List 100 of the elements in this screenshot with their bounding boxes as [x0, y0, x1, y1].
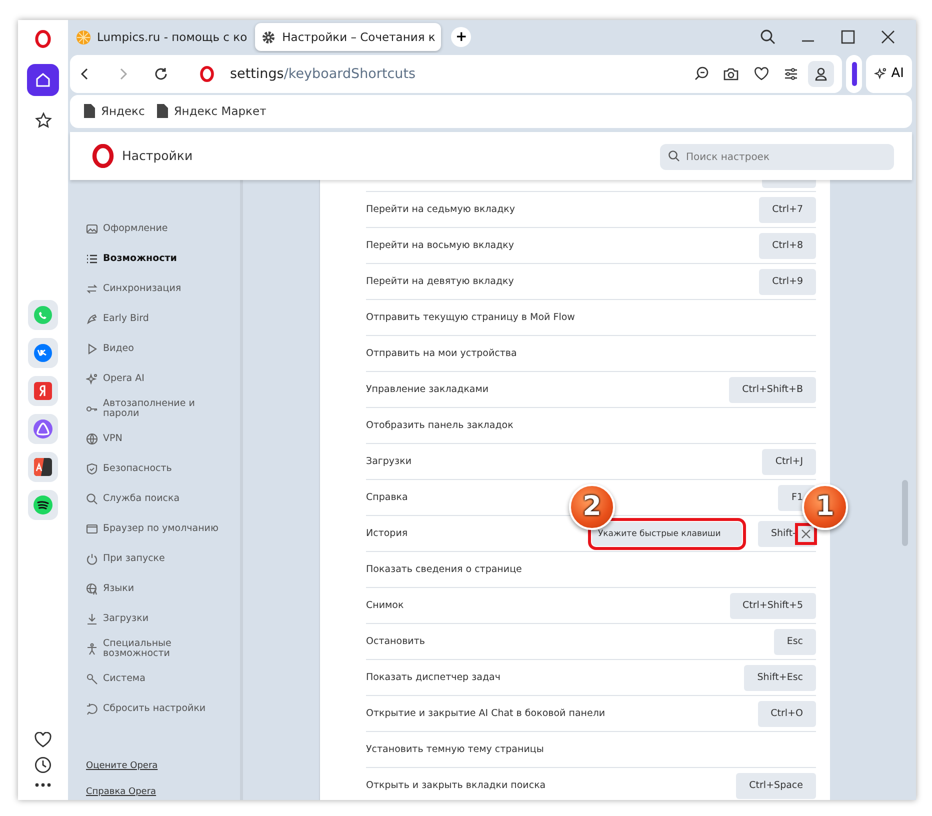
picture-icon [86, 223, 98, 236]
opera-logo-icon [200, 66, 214, 82]
close-icon[interactable] [880, 29, 896, 46]
nav-item[interactable]: Загрузки [86, 604, 226, 634]
nav-item[interactable]: Безопасность [86, 454, 226, 484]
shortcut-input[interactable]: Укажите быстрые клавиши [592, 522, 742, 546]
app-button[interactable] [28, 490, 58, 520]
search-field[interactable]: Поиск настроек [660, 144, 894, 170]
new-tab-button[interactable]: + [451, 27, 472, 48]
nav-item[interactable]: Возможности [86, 244, 226, 274]
sparkle-icon [86, 373, 98, 386]
shortcut-key[interactable]: Ctrl+O [758, 700, 816, 727]
shortcut-key[interactable]: Esc [774, 628, 816, 655]
shortcut-label: Загрузки [366, 454, 412, 469]
bookmark[interactable]: Яндекс [78, 102, 151, 120]
link[interactable]: Оцените Opera [86, 760, 240, 774]
step-number: 2 [569, 484, 615, 530]
download-icon [86, 613, 98, 626]
heart-icon[interactable] [34, 732, 52, 748]
shortcut-label: Показать сведения о странице [366, 562, 522, 577]
person-icon [86, 643, 98, 656]
nav-item[interactable]: Синхронизация [86, 274, 226, 304]
nav-item[interactable]: Служба поиска [86, 484, 226, 514]
step-number: 1 [802, 484, 848, 530]
clock-icon[interactable] [34, 756, 52, 774]
settings-title: Настройки [122, 146, 193, 165]
home-button[interactable] [27, 64, 59, 96]
globe-icon [86, 583, 98, 596]
profile-icon [815, 66, 827, 81]
globe-icon [86, 433, 98, 446]
shortcut-label: Показать диспетчер задач [366, 670, 500, 685]
heart-icon [754, 66, 768, 81]
nav-item[interactable]: Система [86, 664, 226, 694]
settings-icon [784, 68, 798, 80]
nav-item[interactable]: Early Bird [86, 304, 226, 334]
search-icon[interactable] [760, 29, 776, 46]
scrollbar-thumb[interactable] [902, 480, 908, 546]
nav-item[interactable]: VPN [86, 424, 226, 454]
shortcut-key[interactable]: Ctrl+Shift+B [729, 376, 816, 403]
shortcut-label: Отправить текущую страницу в Мой Flow [366, 310, 575, 325]
app-button[interactable] [28, 452, 58, 482]
shortcut-key[interactable]: Ctrl+J [762, 448, 816, 475]
ai-button[interactable]: AI [866, 54, 912, 93]
shortcut-label: Отправить на мои устройства [366, 346, 517, 361]
shortcut-key[interactable]: Ctrl+Shift+5 [730, 592, 816, 619]
shield-icon [86, 463, 98, 476]
zoom-out-icon [694, 66, 708, 82]
nav-item[interactable]: Языки [86, 574, 226, 604]
nav-item[interactable]: Opera AI [86, 364, 226, 394]
gear-icon [261, 30, 276, 45]
browser-tab[interactable]: Настройки – Сочетания к [255, 23, 442, 52]
nav-item[interactable]: Видео [86, 334, 226, 364]
nav-item[interactable]: При запуске [86, 544, 226, 574]
translate-icon [33, 457, 53, 477]
address-field[interactable]: settings/keyboardShortcuts [230, 64, 416, 84]
nav-item[interactable]: Браузер по умолчанию [86, 514, 226, 544]
shortcut-label: Открытие и закрытие AI Chat в боковой панели [366, 706, 606, 721]
nav-item[interactable]: Оформление [86, 214, 226, 244]
shortcut-key[interactable]: Ctrl+7 [759, 196, 816, 223]
shortcut-label: Установить темную тему страницы [366, 742, 544, 757]
bookmark[interactable]: Яндекс Маркет [150, 102, 272, 120]
reset-icon [86, 703, 98, 716]
power-icon [86, 553, 98, 566]
sidebar-indicator [852, 62, 856, 86]
opera-logo-icon[interactable] [35, 30, 51, 48]
page-icon [84, 104, 95, 118]
shortcut-label: Перейти на девятую вкладку [366, 274, 514, 289]
shortcut-label: Снимок [366, 598, 404, 613]
shortcut-label: Справка [366, 490, 408, 505]
shortcut-key[interactable]: Ctrl+8 [759, 232, 816, 259]
shortcut-key[interactable]: Ctrl+Space [736, 772, 816, 799]
reload-icon[interactable] [154, 66, 168, 81]
home-icon [35, 72, 51, 88]
shortcut-label: История [366, 526, 408, 541]
nav-item[interactable]: Специальные возможности [86, 634, 226, 664]
browser-tab[interactable]: Lumpics.ru - помощь с ко [70, 23, 254, 52]
nav-item[interactable]: Автозаполнение и пароли [86, 394, 226, 424]
link[interactable]: Справка Opera [86, 786, 240, 800]
opera-logo-icon [92, 144, 114, 168]
spotify-icon [33, 495, 53, 515]
fruit-slice-icon [76, 30, 91, 45]
window-icon [86, 523, 98, 536]
shortcut-label: Перейти на восьмую вкладку [366, 238, 514, 253]
sync-icon [86, 283, 98, 296]
search-icon [86, 493, 98, 506]
profile-button[interactable] [808, 60, 834, 87]
page-icon [156, 104, 168, 118]
sparkle-icon [874, 66, 888, 81]
shortcut-key[interactable]: Shift+Esc [744, 664, 816, 691]
whatsapp-icon [33, 305, 53, 325]
maximize-icon[interactable] [840, 29, 856, 46]
nav-item[interactable]: Сбросить настройки [86, 694, 226, 724]
list-icon [86, 253, 98, 266]
shortcut-label: Отобразить панель закладок [366, 418, 514, 433]
yandex-icon [33, 381, 53, 401]
shortcut-key[interactable]: Ctrl+9 [759, 268, 816, 295]
more-icon[interactable] [35, 782, 51, 788]
shortcut-label: Перейти на седьмую вкладку [366, 202, 516, 217]
shortcut-label: Открыть и закрыть вкладки поиска [366, 778, 546, 793]
shortcut-label: Остановить [366, 634, 425, 649]
